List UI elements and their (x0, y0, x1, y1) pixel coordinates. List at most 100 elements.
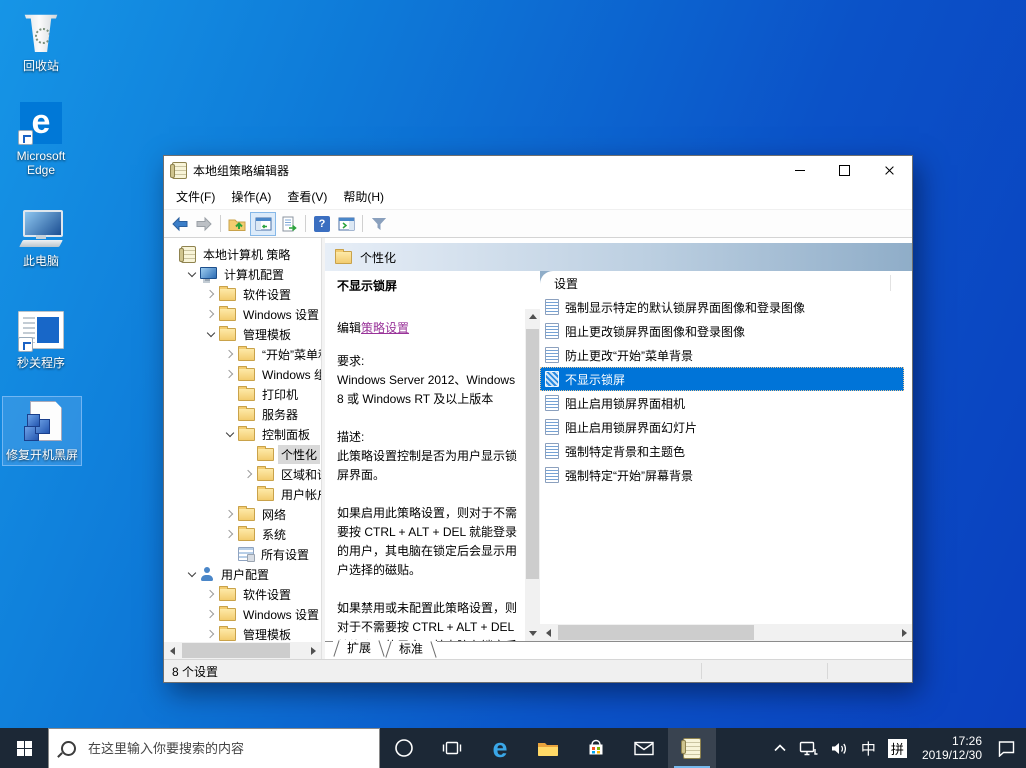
scroll-left-icon[interactable] (540, 624, 556, 641)
menu-item[interactable]: 帮助(H) (335, 185, 392, 208)
tree-item[interactable]: 本地计算机 策略 (164, 244, 321, 264)
folder-icon (238, 368, 255, 381)
settings-column-header[interactable]: 设置 (540, 271, 912, 295)
collapse-chevron-icon[interactable] (185, 268, 198, 281)
taskbar-store-button[interactable] (572, 728, 620, 768)
tree-item[interactable]: 管理模板 (164, 624, 321, 642)
tree-item[interactable]: 打印机 (164, 384, 321, 404)
settings-list-item[interactable]: 强制特定背景和主题色 (540, 439, 904, 463)
tree-item[interactable]: 软件设置 (164, 584, 321, 604)
tree-horizontal-scrollbar[interactable] (164, 642, 321, 659)
description-vertical-scrollbar[interactable] (525, 309, 540, 641)
scrollbar-thumb[interactable] (558, 625, 754, 640)
cortana-button[interactable] (380, 728, 428, 768)
tray-overflow-chevron[interactable] (767, 728, 793, 768)
close-button[interactable] (867, 156, 912, 184)
action-center-button[interactable] (991, 728, 1022, 768)
desktop-icon-edge[interactable]: e Microsoft Edge (2, 98, 80, 180)
tree-item[interactable]: 网络 (164, 504, 321, 524)
tree-item[interactable]: Windows 设置 (164, 304, 321, 324)
settings-list-item[interactable]: 阻止更改锁屏界面图像和登录图像 (540, 319, 904, 343)
settings-list-item[interactable]: 强制特定“开始”屏幕背景 (540, 463, 904, 487)
taskbar-gpedit-button[interactable] (668, 728, 716, 768)
up-one-level-icon[interactable] (226, 213, 248, 235)
network-tray-icon[interactable] (793, 728, 824, 768)
action-pane-icon[interactable] (335, 213, 357, 235)
title-bar[interactable]: 本地组策略编辑器 (164, 156, 912, 184)
taskbar-clock[interactable]: 17:26 2019/12/30 (913, 728, 991, 768)
tree-item[interactable]: 计算机配置 (164, 264, 321, 284)
export-list-icon[interactable] (278, 213, 300, 235)
scroll-right-icon[interactable] (305, 642, 321, 659)
tree-item[interactable]: 区域和语言 (164, 464, 321, 484)
expand-chevron-icon[interactable] (204, 308, 217, 321)
settings-list-item[interactable]: 不显示锁屏 (540, 367, 904, 391)
expand-chevron-icon[interactable] (204, 628, 217, 641)
taskbar-edge-button[interactable]: e (476, 728, 524, 768)
taskbar-mail-button[interactable] (620, 728, 668, 768)
expand-chevron-icon[interactable] (223, 528, 236, 541)
tree-item[interactable]: 软件设置 (164, 284, 321, 304)
tree-item[interactable]: Windows 组件 (164, 364, 321, 384)
ime-mode-indicator[interactable]: 拼 (882, 728, 913, 768)
desktop-icon-repair-black-screen[interactable]: 修复开机黑屏 (2, 396, 82, 466)
policy-doc-icon (545, 299, 559, 315)
tree-item[interactable]: 所有设置 (164, 544, 321, 564)
tree-item[interactable]: 控制面板 (164, 424, 321, 444)
volume-tray-icon[interactable] (824, 728, 855, 768)
tree-item[interactable]: 用户配置 (164, 564, 321, 584)
search-input[interactable] (86, 740, 340, 757)
menu-item[interactable]: 文件(F) (168, 185, 223, 208)
settings-list-item[interactable]: 防止更改“开始”菜单背景 (540, 343, 904, 367)
expand-chevron-icon[interactable] (242, 468, 255, 481)
tree-item[interactable]: 用户帐户 (164, 484, 321, 504)
language-indicator[interactable]: 中 (855, 728, 882, 768)
menu-item[interactable]: 操作(A) (223, 185, 279, 208)
filter-icon[interactable] (368, 213, 390, 235)
desktop-icon-miaoguan[interactable]: 秒关程序 (2, 305, 80, 373)
desktop-icon-recycle-bin[interactable]: 回收站 (2, 8, 80, 76)
scroll-down-icon[interactable] (525, 626, 540, 641)
help-icon[interactable] (311, 213, 333, 235)
back-icon[interactable] (169, 213, 191, 235)
tree-item[interactable]: Windows 设置 (164, 604, 321, 624)
collapse-chevron-icon[interactable] (204, 328, 217, 341)
policy-doc-icon (545, 443, 559, 459)
tree-item[interactable]: “开始”菜单和任务栏 (164, 344, 321, 364)
scroll-right-icon[interactable] (896, 624, 912, 641)
menu-item[interactable]: 查看(V) (279, 185, 335, 208)
expand-chevron-icon[interactable] (204, 588, 217, 601)
scroll-left-icon[interactable] (164, 642, 180, 659)
taskbar-search[interactable] (48, 728, 380, 768)
tree-item[interactable]: 服务器 (164, 404, 321, 424)
scrollbar-thumb[interactable] (526, 329, 539, 579)
expand-chevron-icon[interactable] (223, 508, 236, 521)
settings-list-item[interactable]: 强制显示特定的默认锁屏界面图像和登录图像 (540, 295, 904, 319)
view-tab[interactable]: 扩展 (333, 640, 385, 659)
expand-chevron-icon[interactable] (223, 348, 236, 361)
scrollbar-thumb[interactable] (182, 643, 290, 658)
expand-chevron-icon[interactable] (204, 608, 217, 621)
folder-icon (238, 348, 255, 361)
tree-item[interactable]: 系统 (164, 524, 321, 544)
view-tab[interactable]: 标准 (385, 641, 437, 659)
collapse-chevron-icon[interactable] (185, 568, 198, 581)
taskbar-explorer-button[interactable] (524, 728, 572, 768)
tree-item[interactable]: 管理模板 (164, 324, 321, 344)
list-horizontal-scrollbar[interactable] (540, 624, 912, 641)
scroll-up-icon[interactable] (525, 309, 540, 324)
maximize-button[interactable] (822, 156, 867, 184)
desktop-icon-this-pc[interactable]: 此电脑 (2, 203, 80, 271)
minimize-button[interactable] (777, 156, 822, 184)
forward-icon[interactable] (193, 213, 215, 235)
expand-chevron-icon[interactable] (223, 368, 236, 381)
expand-chevron-icon[interactable] (204, 288, 217, 301)
collapse-chevron-icon[interactable] (223, 428, 236, 441)
start-button[interactable] (0, 728, 48, 768)
settings-list-item[interactable]: 阻止启用锁屏界面相机 (540, 391, 904, 415)
console-tree-icon[interactable] (250, 212, 276, 236)
settings-list-item[interactable]: 阻止启用锁屏界面幻灯片 (540, 415, 904, 439)
tree-item[interactable]: 个性化 (164, 444, 321, 464)
edit-policy-link[interactable]: 策略设置 (361, 321, 409, 335)
task-view-button[interactable] (428, 728, 476, 768)
